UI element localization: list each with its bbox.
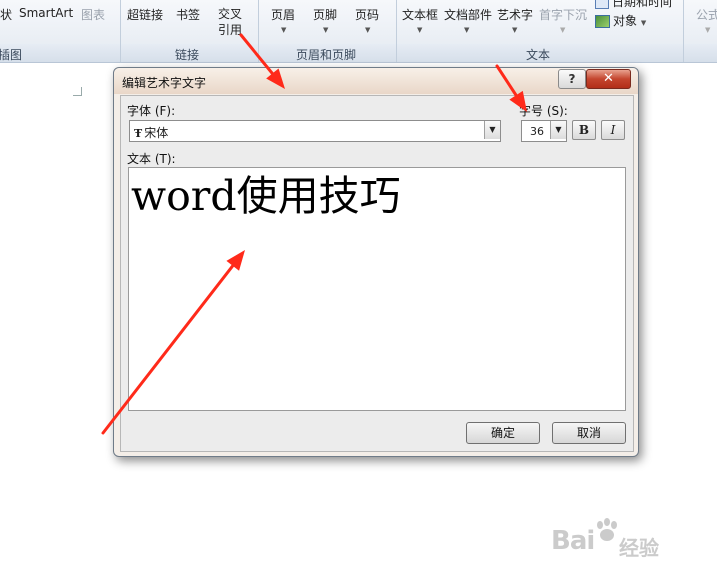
ribbon-chart-button[interactable]: 图表 [81, 6, 105, 23]
italic-button[interactable]: I [601, 120, 625, 140]
ribbon-separator [120, 0, 121, 62]
dialog-body: 字体 (F): Ŧ 宋体 ▼ 字号 (S): 36 ▼ B I 文本 (T): w… [120, 95, 634, 452]
ribbon-date-time-button[interactable]: 日期和时间 [595, 0, 672, 10]
chevron-down-icon: ▼ [365, 26, 371, 34]
chevron-down-icon: ▼ [512, 26, 518, 34]
text-label: 文本 (T): [127, 152, 176, 166]
ribbon-drop-cap-button[interactable]: 首字下沉 [539, 6, 587, 23]
ribbon-object-button[interactable]: 对象 ▼ [595, 12, 646, 29]
ribbon-separator [683, 0, 684, 62]
font-label: 字体 (F): [127, 104, 176, 118]
group-label-header-footer: 页眉和页脚 [296, 48, 357, 62]
watermark-brand: Bai [551, 526, 595, 556]
ribbon-shapes-button[interactable]: 状 [0, 6, 12, 23]
close-button[interactable]: ✕ [586, 69, 631, 89]
font-select-value: Ŧ 宋体 [134, 124, 168, 141]
ribbon-textbox-button[interactable]: 文本框 [402, 6, 438, 23]
dialog-titlebar[interactable]: 编辑艺术字文字 ? ✕ [114, 68, 638, 94]
group-label-links: 链接 [175, 48, 200, 62]
chevron-down-icon: ▼ [560, 26, 566, 34]
ribbon-bookmark-button[interactable]: 书签 [176, 6, 200, 23]
edit-wordart-dialog: 编辑艺术字文字 ? ✕ 字体 (F): Ŧ 宋体 ▼ 字号 (S): 36 ▼ B… [113, 67, 639, 457]
chevron-down-icon: ▼ [640, 19, 647, 27]
ribbon-equation-button[interactable]: 公式 [696, 6, 717, 23]
chevron-down-icon: ▼ [489, 125, 496, 134]
size-dropdown-button[interactable]: ▼ [550, 121, 566, 139]
ribbon-page-number-button[interactable]: 页码 [355, 6, 379, 23]
ribbon-hyperlink-button[interactable]: 超链接 [127, 6, 163, 23]
close-icon: ✕ [603, 71, 614, 86]
ribbon-quick-parts-button[interactable]: 文档部件 [444, 6, 492, 23]
ribbon: 状 SmartArt 图表 插图 超链接 书签 交叉 引用 链接 页眉 ▼ 页脚… [0, 0, 717, 63]
ok-button[interactable]: 确定 [466, 422, 540, 444]
size-select[interactable]: 36 ▼ [521, 120, 567, 142]
baidu-watermark: Bai 经验 [551, 516, 681, 566]
wordart-text-input[interactable]: word使用技巧 [128, 167, 626, 411]
ribbon-separator [258, 0, 259, 62]
ribbon-wordart-button[interactable]: 艺术字 [497, 6, 533, 23]
group-label-illustrations: 插图 [0, 48, 23, 62]
chevron-down-icon: ▼ [705, 26, 711, 34]
chevron-down-icon: ▼ [555, 125, 562, 134]
margin-corner-mark [73, 87, 82, 96]
help-button[interactable]: ? [558, 69, 586, 89]
ribbon-footer-button[interactable]: 页脚 [313, 6, 337, 23]
watermark-suffix: 经验 [619, 536, 659, 560]
object-icon [595, 15, 610, 28]
font-name: 宋体 [144, 126, 169, 140]
ribbon-header-button[interactable]: 页眉 [271, 6, 295, 23]
ribbon-group-label-strip [0, 44, 717, 62]
cancel-button[interactable]: 取消 [552, 422, 626, 444]
ribbon-smartart-button[interactable]: SmartArt [19, 6, 73, 20]
size-select-value: 36 [530, 125, 544, 138]
font-select[interactable]: Ŧ 宋体 ▼ [129, 120, 501, 142]
wordart-text-value: word使用技巧 [131, 172, 401, 220]
ribbon-cross-reference-button[interactable]: 交叉 引用 [218, 6, 242, 38]
dialog-title: 编辑艺术字文字 [122, 76, 207, 90]
truetype-font-icon: Ŧ [134, 127, 143, 140]
group-label-text: 文本 [526, 48, 551, 62]
chevron-down-icon: ▼ [281, 26, 287, 34]
chevron-down-icon: ▼ [417, 26, 423, 34]
ribbon-separator [396, 0, 397, 62]
paw-icon [597, 518, 617, 541]
bold-button[interactable]: B [572, 120, 596, 140]
calendar-icon [595, 0, 609, 9]
chevron-down-icon: ▼ [323, 26, 329, 34]
ribbon-date-time-label: 日期和时间 [612, 0, 673, 9]
ribbon-object-label: 对象 [613, 14, 638, 28]
size-label: 字号 (S): [519, 104, 568, 118]
font-dropdown-button[interactable]: ▼ [484, 121, 500, 139]
chevron-down-icon: ▼ [464, 26, 470, 34]
